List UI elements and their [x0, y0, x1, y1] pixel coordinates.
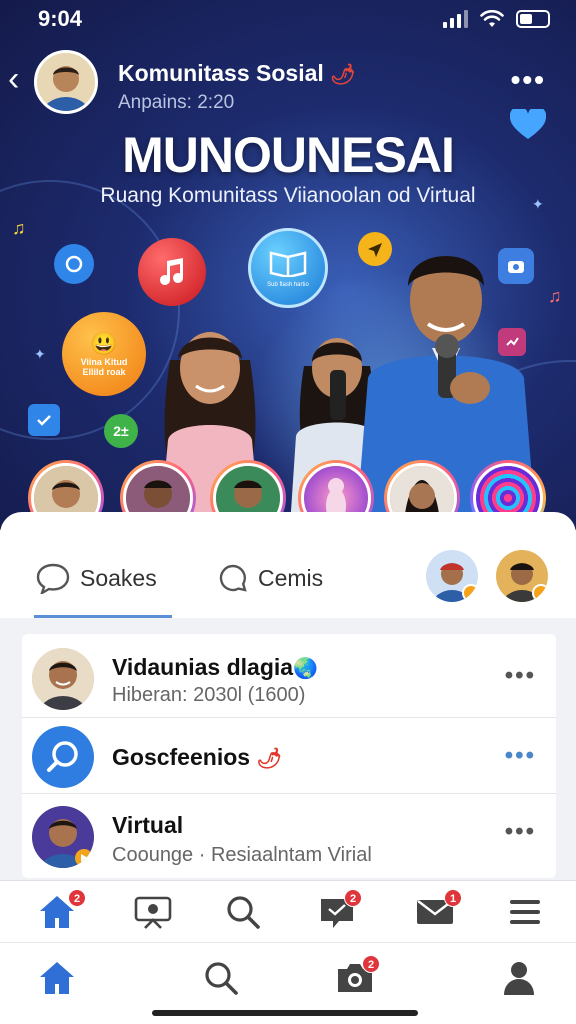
- presentation-icon: [134, 896, 172, 929]
- item-title: Goscfeenios 🌶: [112, 744, 282, 770]
- menu-icon: [510, 900, 540, 924]
- tab-avatar[interactable]: [424, 548, 480, 604]
- heart-icon: [510, 108, 546, 142]
- music-bubble-icon: [138, 238, 206, 306]
- item-subtitle: Hiberan: 2030l (1600): [112, 684, 306, 706]
- chat-bubble-icon: [36, 563, 70, 594]
- item-subtitle: Coounge · Resiaalntam Virial: [112, 844, 372, 866]
- book-bubble-icon: Sub flash hartio: [248, 228, 328, 308]
- chat-badge: 2: [344, 889, 362, 907]
- hero-subtitle: Ruang Komunitass Viianoolan od Virtual: [100, 184, 476, 207]
- search-icon: [205, 962, 238, 995]
- more-options-button[interactable]: •••: [505, 662, 536, 690]
- camera-badge: 2: [362, 955, 380, 973]
- hero-banner: 9:04 ‹ Komunitass Sosial 🌶 Anpains: 2:20…: [0, 0, 576, 530]
- bottom-search-button[interactable]: [196, 953, 246, 1003]
- item-title: Virtual: [112, 812, 184, 838]
- check-bubble-icon: [28, 404, 60, 436]
- avatar: [32, 806, 94, 868]
- status-time: 9:04: [38, 6, 83, 31]
- list-item[interactable]: Vidaunias dlagia🌏 Hiberan: 2030l (1600) …: [22, 638, 556, 718]
- bottom-camera-button[interactable]: 2: [330, 953, 380, 1003]
- nav-presentation-button[interactable]: [128, 887, 178, 937]
- profile-icon: [504, 962, 534, 995]
- bottom-home-button[interactable]: [32, 953, 82, 1003]
- search-icon: [33, 727, 93, 787]
- comment-icon: [219, 564, 247, 592]
- nav-home-button[interactable]: 2: [32, 887, 86, 937]
- status-bar: 9:04: [0, 0, 576, 40]
- number-bubble-icon: 2±: [104, 414, 138, 448]
- nav-menu-button[interactable]: [500, 887, 550, 937]
- music-note-icon: ♫: [12, 218, 26, 238]
- channel-avatar[interactable]: [34, 50, 98, 114]
- hero-title: MUNOUNESAI: [122, 127, 455, 183]
- home-icon: [40, 962, 74, 994]
- tab-soakes[interactable]: Soakes: [36, 560, 157, 596]
- item-title: Vidaunias dlagia🌏: [112, 654, 318, 680]
- back-button[interactable]: ‹: [8, 62, 34, 98]
- book-bubble-text: Sub flash hartio: [267, 281, 309, 288]
- emoji-bubble-icon: 😃 Viina Kitud Ellild roak: [62, 312, 146, 396]
- list-item[interactable]: Goscfeenios 🌶 •••: [22, 718, 556, 794]
- channel-title: Komunitass Sosial 🌶: [118, 60, 356, 86]
- status-icons: [443, 10, 550, 28]
- bottom-profile-button[interactable]: [494, 953, 544, 1003]
- search-avatar: [32, 726, 94, 788]
- channel-header: ‹ Komunitass Sosial 🌶 Anpains: 2:20 •••: [0, 48, 576, 118]
- tab-avatar-badge: [462, 584, 478, 602]
- search-icon: [227, 896, 260, 929]
- more-options-button[interactable]: •••: [505, 818, 536, 846]
- wifi-icon: [480, 10, 504, 27]
- secondary-nav-bar: 2 2 1: [0, 880, 576, 942]
- more-options-button[interactable]: •••: [511, 64, 546, 96]
- home-indicator: [152, 1010, 418, 1016]
- tab-avatar-badge: [532, 584, 548, 602]
- tab-cemis[interactable]: Cemis: [218, 560, 323, 596]
- nav-search-button[interactable]: [218, 887, 268, 937]
- more-options-button[interactable]: •••: [505, 742, 536, 770]
- emoji-bubble-text: Viina Kitud Ellild roak: [80, 357, 128, 377]
- sparkle-icon: ✦: [34, 346, 46, 362]
- tab-avatar[interactable]: [494, 548, 550, 604]
- music-note-icon: ♫: [548, 286, 562, 306]
- sparkle-icon: ✦: [532, 196, 544, 212]
- mail-badge: 1: [444, 889, 462, 907]
- battery-icon: [516, 10, 550, 28]
- signal-icon: [443, 10, 468, 28]
- nav-chat-button[interactable]: 2: [312, 887, 362, 937]
- nav-mail-button[interactable]: 1: [410, 887, 462, 937]
- home-badge: 2: [68, 889, 86, 907]
- tab-bar: Soakes Cemis: [0, 512, 576, 618]
- active-tab-indicator: [34, 615, 172, 618]
- feed-list: Vidaunias dlagia🌏 Hiberan: 2030l (1600) …: [22, 634, 556, 878]
- list-item[interactable]: Virtual Coounge · Resiaalntam Virial •••: [22, 794, 556, 878]
- channel-subtitle: Anpains: 2:20: [118, 92, 235, 113]
- message-bubble-icon: [54, 244, 94, 284]
- tab-label: Cemis: [258, 564, 324, 591]
- tab-label: Soakes: [80, 564, 157, 591]
- avatar: [32, 648, 94, 710]
